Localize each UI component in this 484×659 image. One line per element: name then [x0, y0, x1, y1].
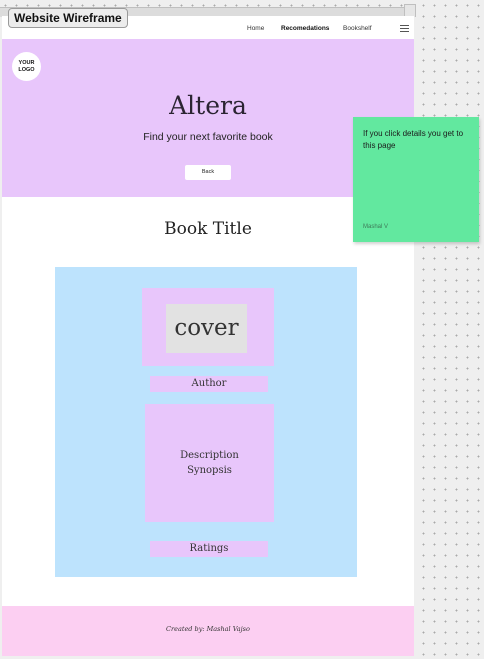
- hamburger-menu-icon[interactable]: [400, 25, 409, 32]
- footer: Created by: Mashal Vajso: [2, 606, 414, 656]
- logo-text-line-2: LOGO: [18, 66, 35, 73]
- website-frame: Home Recomedations Bookshelf YOUR LOGO Al…: [2, 16, 414, 656]
- sticky-note[interactable]: If you click details you get to this pag…: [353, 117, 479, 242]
- cover-image-placeholder[interactable]: cover: [166, 304, 247, 353]
- nav-link-recommendations[interactable]: Recomedations: [281, 25, 329, 32]
- nav-link-bookshelf[interactable]: Bookshelf: [343, 25, 372, 32]
- author-field: Author: [150, 376, 268, 392]
- book-details-panel: cover Author Description Synopsis Rating…: [55, 267, 357, 577]
- sticky-note-text: If you click details you get to this pag…: [363, 129, 464, 150]
- cover-card: cover: [142, 288, 274, 366]
- synopsis-label: Synopsis: [187, 465, 232, 476]
- back-button[interactable]: Back: [185, 165, 231, 180]
- ratings-field: Ratings: [150, 541, 268, 557]
- nav-link-home[interactable]: Home: [247, 25, 264, 32]
- logo-text-line-1: YOUR: [18, 59, 35, 66]
- description-field: Description Synopsis: [145, 404, 274, 522]
- page-title: Altera: [169, 91, 247, 120]
- logo-text: YOUR LOGO: [18, 60, 34, 74]
- footer-credit: Created by: Mashal Vajso: [166, 625, 250, 633]
- sticky-note-author: Mashal V: [363, 224, 389, 230]
- logo[interactable]: YOUR LOGO: [12, 52, 41, 81]
- frame-title-tag[interactable]: Website Wireframe: [8, 8, 128, 28]
- description-label: Description: [180, 450, 239, 461]
